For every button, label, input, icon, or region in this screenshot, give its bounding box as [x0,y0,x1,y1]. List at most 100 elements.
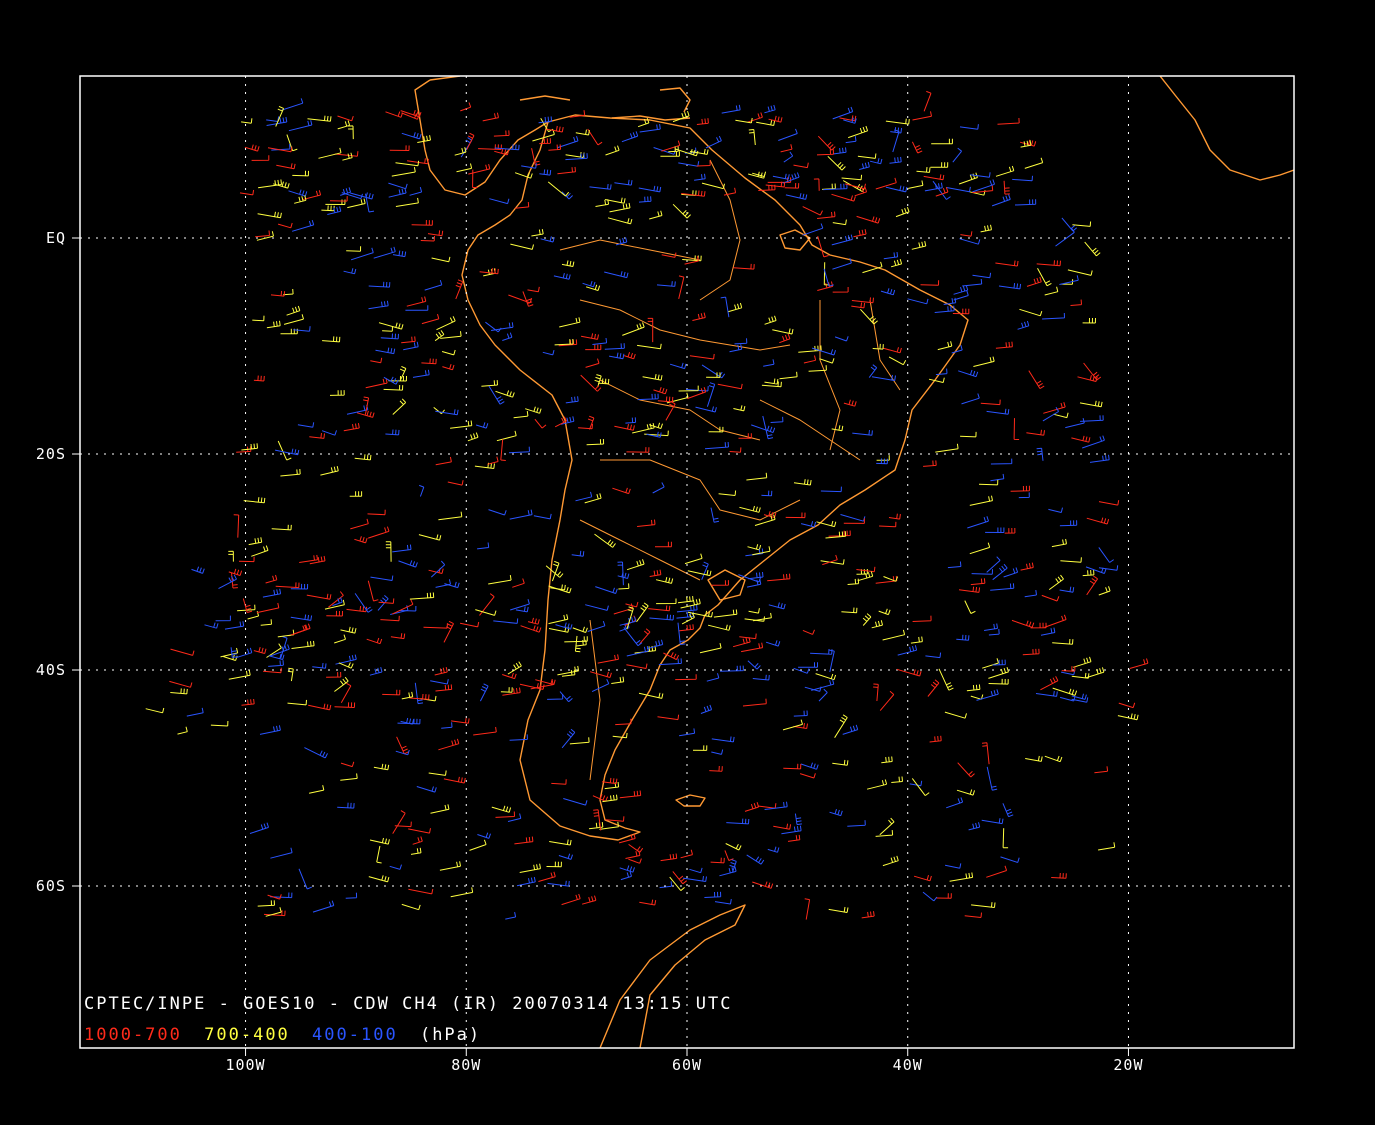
wind-barb [931,138,953,145]
wind-barb [700,704,713,714]
wind-barb [1036,260,1061,267]
wind-barb [312,662,327,669]
wind-barb [495,811,515,818]
lon-label: 80W [451,1056,481,1074]
wind-barb [752,881,774,889]
wind-barb [647,317,654,343]
wind-barb [582,280,596,288]
wind-barb [1036,447,1044,461]
wind-barb [510,243,534,250]
wind-barb [259,725,281,735]
wind-barb [338,662,354,669]
wind-barb [871,620,883,629]
wind-barb [765,640,781,647]
wind-barb [391,167,416,177]
wind-barb [721,104,741,114]
wind-barb [953,285,969,295]
wind-barb [438,738,460,751]
wind-barb [220,647,239,658]
wind-barb [1055,228,1075,247]
wind-barb [885,185,908,193]
wind-barb [913,874,932,882]
wind-barb [332,597,343,607]
lon-label: 100W [225,1056,265,1074]
wind-barb [785,512,806,519]
wind-barb [256,602,280,614]
wind-barb [772,328,794,335]
wind-barb [375,347,396,355]
wind-barb [897,645,918,656]
wind-barb [277,440,292,461]
wind-barb [241,443,258,451]
wind-barb [912,111,932,121]
wind-barb [368,300,389,310]
wind-barb [937,341,953,351]
wind-barb [677,622,686,645]
wind-barb [831,193,856,202]
wind-barb [309,433,325,439]
wind-barb [751,424,776,433]
wind-barb [782,719,803,731]
wind-barb [442,363,455,371]
wind-barb [1059,275,1079,285]
wind-barb [944,863,962,869]
wind-barb [793,479,812,486]
wind-barb [883,251,899,260]
wind-barb [856,566,876,573]
wind-barb [626,447,650,453]
wind-barb [549,839,572,846]
wind-barb [804,686,822,692]
wind-barb [1098,500,1120,506]
wind-barb [204,622,219,629]
wind-barb [500,439,506,461]
wind-barb [346,606,368,613]
wind-barb [772,173,790,180]
lon-label: 40W [893,1056,923,1074]
wind-barb [611,676,625,684]
lat-label: 40S [36,661,66,679]
wind-barb [626,645,649,657]
wind-barb [958,369,979,378]
wind-barb [911,240,927,250]
wind-barb [428,770,447,776]
wind-vector-map: EQ 20S 40S 60S 100W 80W 60W 40W 20W CPTEC/INPE … [36,75,1295,1074]
wind-barb [304,747,328,759]
wind-barb [841,607,858,614]
wind-barb [654,541,672,548]
wind-barb [861,911,875,919]
wind-barb [970,578,986,586]
wind-barb [1082,569,1095,577]
wind-barb [186,707,204,717]
wind-barb [383,384,404,391]
wind-barb [489,198,510,205]
wind-barb [392,810,406,834]
wind-barb [711,736,735,743]
wind-barb [385,429,400,436]
wind-barb [678,624,694,632]
wind-barb [799,773,816,779]
wind-barb [995,165,1015,177]
wind-barb [557,166,576,175]
wind-barb [479,683,489,702]
wind-barb [890,258,903,268]
wind-barb [704,891,722,898]
wind-barb [929,735,942,743]
wind-barb [1025,755,1043,762]
wind-barb [732,637,751,648]
wind-barb [540,236,555,243]
wind-barb [780,144,793,153]
wind-barb [514,172,533,179]
wind-barb [286,305,301,316]
wind-barb [692,312,706,321]
wind-barb [1002,803,1014,818]
wind-barb [853,229,867,238]
wind-barb [508,446,530,454]
wind-barb [632,422,655,434]
wind-barb [534,418,547,429]
wind-barb [291,623,311,636]
wind-barb [329,390,345,396]
wind-barb [574,635,581,653]
wind-barb [434,666,448,676]
wind-barb [408,828,431,834]
wind-barb [1000,856,1020,863]
